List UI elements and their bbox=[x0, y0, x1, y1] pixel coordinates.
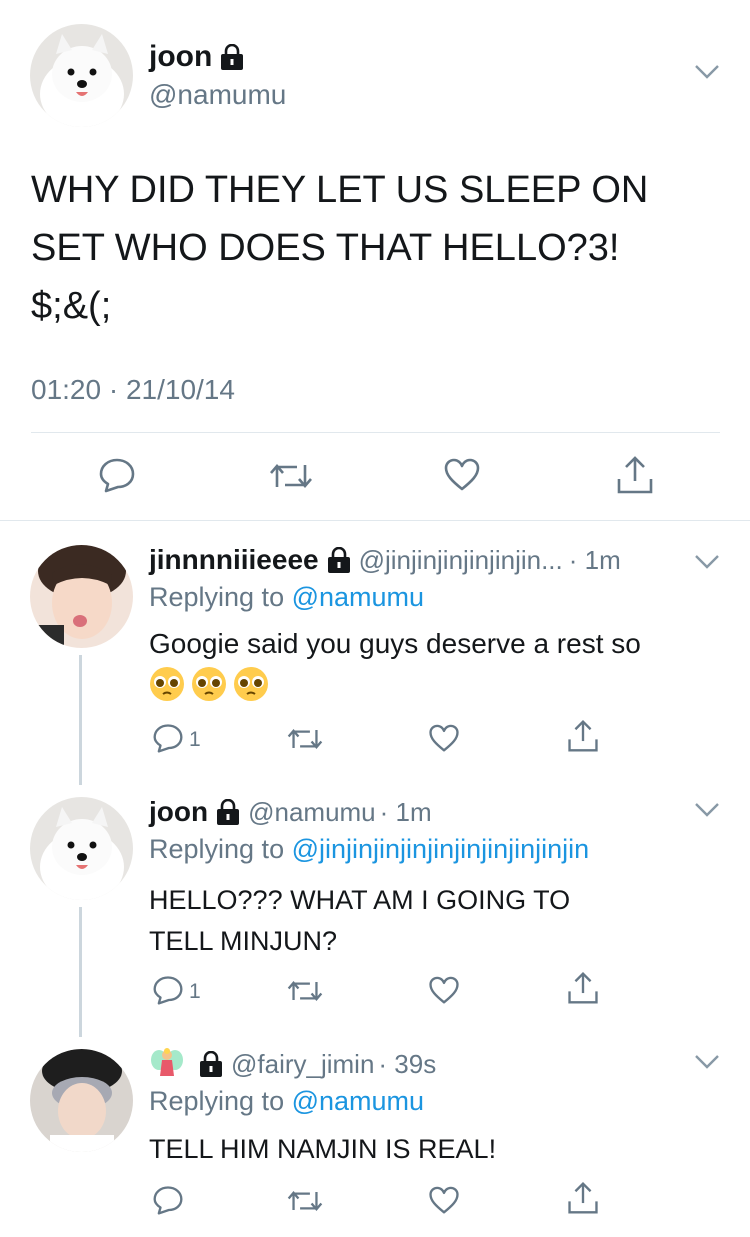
avatar[interactable] bbox=[30, 545, 133, 648]
reply-header: joon @namumu · 1m bbox=[149, 793, 432, 831]
main-tweet-text-line: SET WHO DOES THAT HELLO?3! bbox=[31, 227, 620, 269]
reply-header: @fairy_jimin · 39s bbox=[149, 1045, 436, 1083]
reply-time[interactable]: · 39s bbox=[378, 1049, 436, 1080]
reply-handle[interactable]: @fairy_jimin bbox=[231, 1049, 374, 1080]
main-tweet-text: WHY DID THEY LET US SLEEP ON SET WHO DOE… bbox=[31, 161, 648, 335]
fairy-icon[interactable] bbox=[149, 1046, 185, 1082]
reply-time[interactable]: · 1m bbox=[569, 545, 621, 576]
share-icon[interactable] bbox=[567, 971, 599, 1005]
reply-display-name[interactable]: jinnnniiieeee bbox=[149, 544, 319, 576]
pleading-face-icon bbox=[191, 666, 227, 702]
reply-handle[interactable]: @namumu bbox=[248, 797, 376, 828]
replying-to-link[interactable]: @jinjinjinjinjinjinjinjinjinjin bbox=[292, 834, 590, 864]
avatar[interactable] bbox=[30, 24, 133, 127]
reply-tweet: @fairy_jimin · 39s Replying to @namumu T… bbox=[0, 1025, 750, 1237]
main-tweet-text-line: WHY DID THEY LET US SLEEP ON bbox=[31, 169, 649, 211]
replying-to-prefix: Replying to bbox=[149, 834, 285, 864]
reply-icon[interactable] bbox=[152, 975, 184, 1005]
avatar[interactable] bbox=[30, 797, 133, 900]
emoji-row bbox=[149, 666, 275, 702]
retweet-icon[interactable] bbox=[287, 977, 323, 1005]
lock-icon bbox=[199, 1051, 223, 1077]
reply-time[interactable]: · 1m bbox=[380, 797, 432, 828]
share-icon[interactable] bbox=[616, 455, 654, 495]
reply-tweet: jinnnniiieeee @jinjinjinjinjinjin... · 1… bbox=[0, 521, 750, 771]
lock-icon bbox=[220, 44, 244, 70]
divider bbox=[31, 432, 720, 433]
reply-text: TELL HIM NAMJIN IS REAL! bbox=[149, 1134, 497, 1164]
replying-to-link[interactable]: @namumu bbox=[292, 582, 424, 612]
like-icon[interactable] bbox=[428, 724, 460, 753]
main-display-name[interactable]: joon bbox=[149, 40, 212, 74]
replying-to-prefix: Replying to bbox=[149, 1086, 285, 1116]
retweet-icon[interactable] bbox=[287, 725, 323, 753]
share-icon[interactable] bbox=[567, 719, 599, 753]
reply-count: 1 bbox=[189, 728, 201, 751]
reply-display-name[interactable]: joon bbox=[149, 796, 208, 828]
replying-to-prefix: Replying to bbox=[149, 582, 285, 612]
replying-to-line: Replying to @namumu bbox=[149, 1086, 424, 1117]
main-tweet-text-line: $;&(; bbox=[31, 285, 112, 327]
chevron-down-icon[interactable] bbox=[694, 1054, 720, 1070]
thread-line bbox=[79, 907, 82, 1037]
chevron-down-icon[interactable] bbox=[694, 64, 720, 80]
chevron-down-icon[interactable] bbox=[694, 554, 720, 570]
replying-to-line: Replying to @namumu bbox=[149, 582, 424, 613]
share-icon[interactable] bbox=[567, 1181, 599, 1215]
reply-tweet: joon @namumu · 1m Replying to @jinjinjin… bbox=[0, 773, 750, 1023]
chevron-down-icon[interactable] bbox=[694, 802, 720, 818]
reply-header: jinnnniiieeee @jinjinjinjinjinjin... · 1… bbox=[149, 541, 621, 579]
reply-text-line: TELL MINJUN? bbox=[149, 926, 338, 956]
like-icon[interactable] bbox=[428, 976, 460, 1005]
replying-to-line: Replying to @jinjinjinjinjinjinjinjinjin… bbox=[149, 834, 589, 865]
reply-text: Googie said you guys deserve a rest so bbox=[149, 628, 641, 659]
main-tweet: joon @namumu WHY DID THEY LET US SLEEP O… bbox=[0, 0, 750, 520]
avatar[interactable] bbox=[30, 1049, 133, 1152]
lock-icon bbox=[327, 547, 351, 573]
pleading-face-icon bbox=[233, 666, 269, 702]
reply-icon[interactable] bbox=[152, 723, 184, 753]
thread-line bbox=[79, 655, 82, 785]
like-icon[interactable] bbox=[443, 458, 481, 492]
reply-handle[interactable]: @jinjinjinjinjinjin... bbox=[359, 545, 563, 576]
reply-icon[interactable] bbox=[152, 1185, 184, 1215]
reply-text: HELLO??? WHAT AM I GOING TO TELL MINJUN? bbox=[149, 880, 570, 962]
reply-icon[interactable] bbox=[98, 457, 136, 493]
main-handle[interactable]: @namumu bbox=[149, 79, 286, 111]
reply-count: 1 bbox=[189, 980, 201, 1003]
main-display-name-row: joon bbox=[149, 38, 244, 76]
pleading-face-icon bbox=[149, 666, 185, 702]
reply-text-line: HELLO??? WHAT AM I GOING TO bbox=[149, 885, 571, 915]
lock-icon bbox=[216, 799, 240, 825]
retweet-icon[interactable] bbox=[287, 1187, 323, 1215]
replying-to-link[interactable]: @namumu bbox=[292, 1086, 424, 1116]
like-icon[interactable] bbox=[428, 1186, 460, 1215]
main-timestamp[interactable]: 01:20 · 21/10/14 bbox=[31, 374, 235, 406]
retweet-icon[interactable] bbox=[269, 459, 313, 493]
